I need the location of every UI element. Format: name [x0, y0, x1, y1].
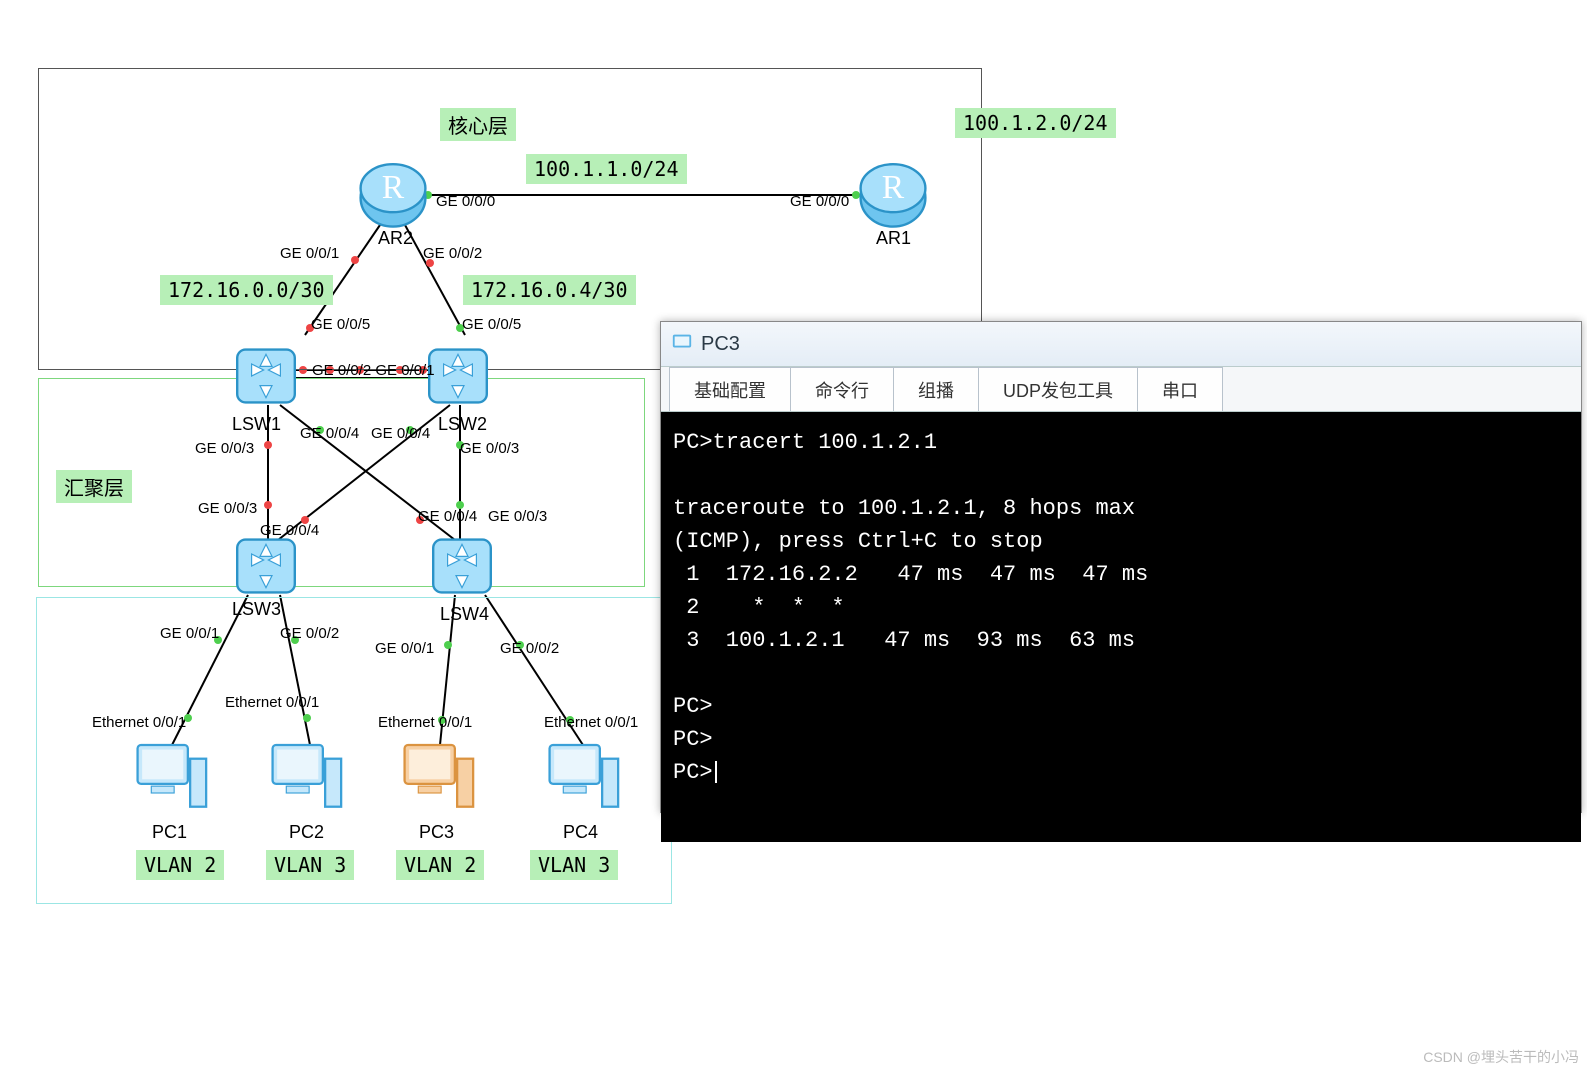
vlan-pc1: VLAN 2 — [136, 850, 224, 880]
vlan-pc4: VLAN 3 — [530, 850, 618, 880]
terminal-window-pc3[interactable]: PC3 基础配置 命令行 组播 UDP发包工具 串口 PC>tracert 10… — [660, 321, 1582, 813]
port-lsw4-ge002: GE 0/0/2 — [500, 640, 559, 657]
terminal-tabs: 基础配置 命令行 组播 UDP发包工具 串口 — [661, 367, 1581, 412]
port-lsw2-ge004: GE 0/0/4 — [371, 425, 430, 442]
agg-layer-label: 汇聚层 — [56, 470, 132, 503]
terminal-titlebar[interactable]: PC3 — [661, 322, 1581, 367]
port-ar2-ge000: GE 0/0/0 — [436, 193, 495, 210]
port-ar2-ge001: GE 0/0/1 — [280, 245, 339, 262]
label-lsw3: LSW3 — [232, 599, 281, 620]
svg-text:R: R — [382, 169, 405, 206]
port-pc3-e001: Ethernet 0/0/1 — [378, 714, 472, 731]
pc4-icon[interactable] — [545, 740, 625, 819]
port-lsw2-ge003: GE 0/0/3 — [460, 440, 519, 457]
subnet-ar2-lsw2: 172.16.0.4/30 — [463, 275, 636, 305]
tab-serial[interactable]: 串口 — [1137, 367, 1223, 411]
svg-text:R: R — [882, 169, 905, 206]
port-lsw3-ge001: GE 0/0/1 — [160, 625, 219, 642]
port-lsw4-ge003: GE 0/0/3 — [488, 508, 547, 525]
label-lsw4: LSW4 — [440, 604, 489, 625]
port-lsw1-ge003: GE 0/0/3 — [195, 440, 254, 457]
core-layer-label: 核心层 — [440, 108, 516, 141]
label-ar1: AR1 — [876, 228, 911, 249]
tab-cli[interactable]: 命令行 — [790, 367, 894, 411]
switch-lsw1[interactable] — [230, 340, 302, 417]
port-pc2-e001: Ethernet 0/0/1 — [225, 694, 319, 711]
pc2-icon[interactable] — [268, 740, 348, 819]
port-pc4-e001: Ethernet 0/0/1 — [544, 714, 638, 731]
port-lsw1-ge004: GE 0/0/4 — [300, 425, 359, 442]
port-lsw4-ge001: GE 0/0/1 — [375, 640, 434, 657]
vlan-pc2: VLAN 3 — [266, 850, 354, 880]
port-lsw3-ge004: GE 0/0/4 — [260, 522, 319, 539]
label-pc2: PC2 — [289, 822, 324, 843]
pc1-icon[interactable] — [133, 740, 213, 819]
vlan-pc3: VLAN 2 — [396, 850, 484, 880]
label-pc4: PC4 — [563, 822, 598, 843]
port-pc1-e001: Ethernet 0/0/1 — [92, 714, 186, 731]
port-lsw3-ge002: GE 0/0/2 — [280, 625, 339, 642]
tab-udp-tool[interactable]: UDP发包工具 — [978, 367, 1138, 411]
label-pc3: PC3 — [419, 822, 454, 843]
pc3-icon[interactable] — [400, 740, 480, 819]
port-link-mid: GE 0/0/2 GE 0/0/1 — [312, 362, 435, 379]
label-lsw2: LSW2 — [438, 414, 487, 435]
subnet-ar1-lan: 100.1.2.0/24 — [955, 108, 1116, 138]
port-lsw2-ge005: GE 0/0/5 — [462, 316, 521, 333]
tab-multicast[interactable]: 组播 — [893, 367, 979, 411]
switch-lsw4[interactable] — [426, 530, 498, 607]
label-lsw1: LSW1 — [232, 414, 281, 435]
port-lsw4-ge004: GE 0/0/4 — [418, 508, 477, 525]
terminal-title: PC3 — [701, 333, 740, 356]
subnet-ar2-lsw1: 172.16.0.0/30 — [160, 275, 333, 305]
router-ar2[interactable]: R — [357, 157, 429, 234]
terminal-output[interactable]: PC>tracert 100.1.2.1 traceroute to 100.1… — [661, 412, 1581, 842]
port-lsw1-ge005: GE 0/0/5 — [311, 316, 370, 333]
port-lsw3-ge003: GE 0/0/3 — [198, 500, 257, 517]
port-ar1-ge000: GE 0/0/0 — [790, 193, 849, 210]
watermark: CSDN @埋头苦干的小冯 — [1423, 1047, 1579, 1067]
router-ar1[interactable]: R — [857, 157, 929, 234]
subnet-ar1-ar2: 100.1.1.0/24 — [526, 154, 687, 184]
label-ar2: AR2 — [378, 228, 413, 249]
switch-lsw3[interactable] — [230, 530, 302, 607]
terminal-app-icon — [671, 331, 693, 358]
tab-basic-config[interactable]: 基础配置 — [669, 367, 791, 411]
port-ar2-ge002: GE 0/0/2 — [423, 245, 482, 262]
label-pc1: PC1 — [152, 822, 187, 843]
